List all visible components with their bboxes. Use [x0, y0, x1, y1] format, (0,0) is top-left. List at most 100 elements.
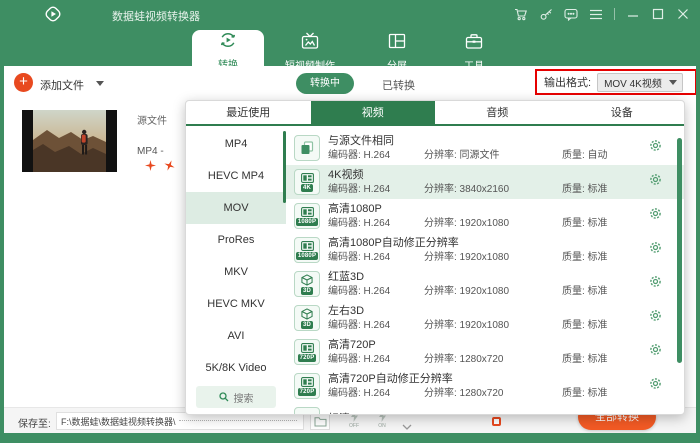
sidebar-item-avi[interactable]: AVI	[186, 320, 286, 352]
split-screen-icon	[387, 31, 407, 56]
format-row[interactable]: 720P 高清720P 编码器: H.264 分辨率: 1280x720 质量:…	[286, 335, 684, 369]
film-icon: 1080P	[294, 237, 320, 263]
add-files-label[interactable]: 添加文件	[40, 77, 84, 93]
video-thumbnail	[22, 110, 117, 172]
copy-icon	[294, 135, 320, 161]
merge-checkbox[interactable]	[492, 417, 501, 426]
quality-info: 质量: 标准	[562, 251, 640, 264]
add-files-button[interactable]: +	[14, 73, 33, 92]
content-area: + 添加文件 转换中 已转换 输出格式: MOV 4K视频	[4, 66, 696, 433]
sidebar-item-hevc-mp4[interactable]: HEVC MP4	[186, 160, 286, 192]
quality-info: 质量: 标准	[562, 353, 640, 366]
folder-icon	[314, 416, 327, 427]
format-row[interactable]: 1080P 高清1080P自动修正分辨率 编码器: H.264 分辨率: 192…	[286, 233, 684, 267]
encoder-info: 编码器: H.264	[328, 251, 424, 264]
cube-3d-icon: 3D	[294, 305, 320, 331]
format-title: 高清720P自动修正分辨率	[328, 373, 640, 386]
format-title: 4K视频	[328, 169, 640, 182]
settings-gear-icon[interactable]	[640, 139, 670, 157]
resolution-info: 分辨率: 1920x1080	[424, 285, 562, 298]
settings-gear-icon[interactable]	[640, 173, 670, 191]
list-scrollbar[interactable]	[677, 138, 682, 363]
output-format-caret-icon	[669, 80, 677, 85]
film-icon: 720P	[294, 339, 320, 365]
titlebar: 数据蛙视频转换器	[0, 0, 700, 28]
minimize-icon[interactable]	[626, 7, 640, 21]
output-format-value: MOV 4K视频	[604, 75, 669, 90]
source-file-label: 源文件	[137, 112, 167, 127]
cart-icon[interactable]	[514, 7, 528, 21]
format-title: 与源文件相同	[328, 135, 640, 148]
format-row[interactable]: 3D 左右3D 编码器: H.264 分辨率: 1920x1080 质量: 标准	[286, 301, 684, 335]
add-files-caret-icon[interactable]	[96, 81, 104, 86]
tab-short-video[interactable]: 短视频制作	[265, 31, 355, 66]
panel-tab-device[interactable]: 设备	[560, 101, 685, 124]
sidebar-item-5k8k[interactable]: 5K/8K Video	[186, 352, 286, 384]
settings-gear-icon[interactable]	[640, 275, 670, 293]
format-title: 高清1080P自动修正分辨率	[328, 237, 640, 250]
format-badge: 1080P	[296, 252, 318, 260]
format-title: 高清1080P	[328, 203, 640, 216]
tab-convert[interactable]: 转换	[192, 30, 264, 66]
panel-tab-audio[interactable]: 音频	[435, 101, 560, 124]
format-badge: 3D	[301, 321, 313, 329]
cube-3d-icon: 3D	[294, 271, 320, 297]
resolution-info: 分辨率: 1280x720	[424, 387, 562, 400]
encoder-info: 编码器: H.264	[328, 285, 424, 298]
film-icon: 4K	[294, 169, 320, 195]
sidebar-item-mov[interactable]: MOV	[186, 192, 286, 224]
save-path-value: F:\数据蛙\数据蛙视频转换器\	[61, 415, 176, 428]
settings-gear-icon[interactable]	[640, 343, 670, 361]
tab-split-screen[interactable]: 分屏	[361, 31, 433, 66]
settings-gear-icon[interactable]	[640, 309, 670, 327]
panel-tab-video[interactable]: 视频	[311, 101, 436, 124]
sidebar-item-mp4[interactable]: MP4	[186, 128, 286, 160]
sidebar-item-hevc-mkv[interactable]: HEVC MKV	[186, 288, 286, 320]
encoder-info: 编码器: H.264	[328, 217, 424, 230]
titlebar-separator	[614, 8, 615, 20]
quality-info: 质量: 标准	[562, 387, 640, 400]
path-truncation	[179, 420, 297, 421]
format-badge: 3D	[301, 287, 313, 295]
film-icon: 720P	[294, 373, 320, 399]
output-format-annotation-box: 输出格式: MOV 4K视频	[535, 69, 696, 95]
menu-icon[interactable]	[589, 7, 603, 21]
close-icon[interactable]	[676, 7, 690, 21]
chevron-down-icon[interactable]	[402, 417, 412, 433]
format-sidebar: MP4 HEVC MP4 MOV ProRes MKV HEVC MKV AVI…	[186, 128, 286, 414]
settings-gear-icon[interactable]	[640, 241, 670, 259]
settings-gear-icon[interactable]	[640, 377, 670, 395]
file-format-label: MP4 -	[137, 146, 164, 157]
encoder-info: 编码器: H.264	[328, 183, 424, 196]
search-button[interactable]: 搜索	[196, 386, 276, 408]
film-icon: 1080P	[294, 203, 320, 229]
format-row[interactable]: 与源文件相同 编码器: H.264 分辨率: 同源文件 质量: 自动	[286, 131, 684, 165]
resolution-info: 分辨率: 1920x1080	[424, 251, 562, 264]
resolution-info: 分辨率: 1920x1080	[424, 319, 562, 332]
format-row[interactable]: 标清480P	[286, 403, 684, 415]
quality-info: 质量: 自动	[562, 149, 640, 162]
output-format-select[interactable]: MOV 4K视频	[597, 73, 683, 92]
format-row[interactable]: 4K 4K视频 编码器: H.264 分辨率: 3840x2160 质量: 标准	[286, 165, 684, 199]
file-effect-icons	[145, 160, 175, 171]
toolbox-icon	[464, 31, 484, 56]
panel-tab-recent[interactable]: 最近使用	[186, 101, 311, 124]
format-row[interactable]: 3D 红蓝3D 编码器: H.264 分辨率: 1920x1080 质量: 标准	[286, 267, 684, 301]
format-badge: 4K	[301, 184, 313, 192]
encoder-info: 编码器: H.264	[328, 319, 424, 332]
converted-tab[interactable]: 已转换	[382, 77, 415, 93]
converting-tab[interactable]: 转换中	[296, 73, 354, 94]
sidebar-item-mkv[interactable]: MKV	[186, 256, 286, 288]
output-format-label: 输出格式:	[544, 74, 591, 90]
maximize-icon[interactable]	[651, 7, 665, 21]
off-label: OFF	[349, 423, 359, 429]
search-icon	[219, 392, 229, 402]
settings-gear-icon[interactable]	[640, 207, 670, 225]
key-icon[interactable]	[539, 7, 553, 21]
feedback-chat-icon[interactable]	[564, 7, 578, 21]
format-badge: 1080P	[296, 218, 318, 226]
format-row[interactable]: 1080P 高清1080P 编码器: H.264 分辨率: 1920x1080 …	[286, 199, 684, 233]
format-row[interactable]: 720P 高清720P自动修正分辨率 编码器: H.264 分辨率: 1280x…	[286, 369, 684, 403]
sidebar-item-prores[interactable]: ProRes	[186, 224, 286, 256]
tab-tools[interactable]: 工具	[438, 31, 510, 66]
